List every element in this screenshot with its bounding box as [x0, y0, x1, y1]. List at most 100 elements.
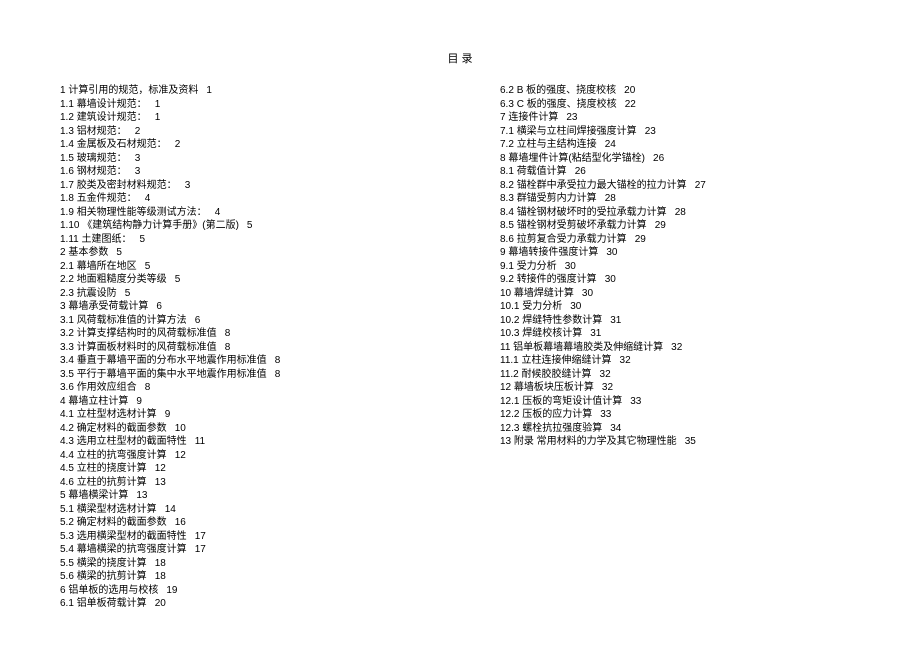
section-page: 28: [675, 207, 686, 218]
section-number: 5.2: [60, 517, 74, 528]
toc-item: 7.1 横梁与立柱间焊接强度计算23: [500, 125, 860, 139]
section-title: 幕墙所在地区: [77, 261, 137, 272]
section-page: 17: [195, 544, 206, 555]
section-title: 横梁的抗剪计算: [77, 571, 147, 582]
section-number: 11: [500, 342, 510, 353]
section-page: 1: [155, 99, 161, 110]
section-title: 幕墙埋件计算(粘结型化学锚栓): [508, 153, 645, 164]
toc-item: 1.4 金属板及石材规范：2: [60, 138, 420, 152]
section-page: 8: [275, 369, 281, 380]
section-title: 幕墙横梁计算: [68, 490, 128, 501]
toc-item: 11.2 耐候胶胶缝计算32: [500, 368, 860, 382]
toc-columns: 1 计算引用的规范，标准及资料11.1 幕墙设计规范：11.2 建筑设计规范：1…: [60, 84, 860, 611]
section-title: 垂直于幕墙平面的分布水平地震作用标准值: [77, 355, 267, 366]
toc-item: 6 铝单板的选用与校核19: [60, 584, 420, 598]
section-number: 4: [60, 396, 66, 407]
section-title: B 板的强度、挠度校核: [517, 85, 616, 96]
section-page: 32: [600, 369, 611, 380]
section-number: 8.1: [500, 166, 514, 177]
section-number: 4.5: [60, 463, 74, 474]
section-title: 受力分析: [517, 261, 557, 272]
section-page: 4: [145, 193, 151, 204]
section-title: 地面粗糙度分类等级: [77, 274, 167, 285]
section-number: 1.5: [60, 153, 74, 164]
toc-item: 12 幕墙板块压板计算32: [500, 381, 860, 395]
toc-item: 8.1 荷载值计算26: [500, 165, 860, 179]
section-page: 16: [175, 517, 186, 528]
section-number: 5: [60, 490, 66, 501]
section-title: 《建筑结构静力计算手册》(第二版): [82, 220, 239, 231]
section-number: 8.3: [500, 193, 514, 204]
section-title: 胶类及密封材料规范：: [77, 180, 177, 191]
section-page: 8: [225, 328, 231, 339]
section-number: 3.6: [60, 382, 74, 393]
section-title: 幕墙设计规范：: [77, 99, 147, 110]
toc-item: 5.4 幕墙横梁的抗弯强度计算17: [60, 543, 420, 557]
toc-item: 8.4 锚栓钢材破坏时的受拉承载力计算28: [500, 206, 860, 220]
toc-item: 11.1 立柱连接伸缩缝计算32: [500, 354, 860, 368]
toc-item: 1.2 建筑设计规范：1: [60, 111, 420, 125]
toc-item: 2.1 幕墙所在地区5: [60, 260, 420, 274]
toc-item: 11 铝单板幕墙幕墙胶类及伸缩缝计算32: [500, 341, 860, 355]
section-title: 锚栓群中承受拉力最大锚栓的拉力计算: [517, 180, 687, 191]
toc-item: 4.3 选用立柱型材的截面特性11: [60, 435, 420, 449]
toc-item: 5.2 确定材料的截面参数16: [60, 516, 420, 530]
toc-item: 3.3 计算面板材料时的风荷载标准值8: [60, 341, 420, 355]
section-title: 铝材规范：: [77, 126, 127, 137]
section-page: 8: [275, 355, 281, 366]
section-number: 7.1: [500, 126, 514, 137]
section-page: 10: [175, 423, 186, 434]
section-page: 33: [630, 396, 641, 407]
section-number: 4.3: [60, 436, 74, 447]
section-page: 31: [590, 328, 601, 339]
section-title: 拉剪复合受力承载力计算: [517, 234, 627, 245]
section-title: 幕墙焊缝计算: [514, 288, 574, 299]
section-number: 8.2: [500, 180, 514, 191]
section-number: 12.1: [500, 396, 519, 407]
section-page: 13: [136, 490, 147, 501]
section-number: 7.2: [500, 139, 514, 150]
section-page: 32: [602, 382, 613, 393]
toc-item: 4.6 立柱的抗剪计算13: [60, 476, 420, 490]
section-title: 横梁型材选材计算: [77, 504, 157, 515]
section-title: 荷载值计算: [517, 166, 567, 177]
section-title: 幕墙横梁的抗弯强度计算: [77, 544, 187, 555]
toc-item: 12.1 压板的弯矩设计值计算33: [500, 395, 860, 409]
section-number: 1.7: [60, 180, 74, 191]
section-title: 耐候胶胶缝计算: [522, 369, 592, 380]
section-page: 31: [610, 315, 621, 326]
section-page: 12: [155, 463, 166, 474]
toc-item: 8.6 拉剪复合受力承载力计算 29: [500, 233, 860, 247]
section-page: 22: [625, 99, 636, 110]
section-title: 作用效应组合: [77, 382, 137, 393]
section-page: 9: [165, 409, 171, 420]
toc-item: 6.2 B 板的强度、挠度校核20: [500, 84, 860, 98]
section-number: 9.2: [500, 274, 514, 285]
section-page: 30: [582, 288, 593, 299]
section-title: C 板的强度、挠度校核: [517, 99, 617, 110]
section-number: 1.10: [60, 220, 79, 231]
section-number: 4.1: [60, 409, 74, 420]
section-number: 1.3: [60, 126, 74, 137]
section-page: 2: [175, 139, 181, 150]
section-number: 8.6: [500, 234, 514, 245]
section-page: 3: [185, 180, 191, 191]
section-number: 3.5: [60, 369, 74, 380]
toc-left-column: 1 计算引用的规范，标准及资料11.1 幕墙设计规范：11.2 建筑设计规范：1…: [60, 84, 440, 611]
section-title: 平行于幕墙平面的集中水平地震作用标准值: [77, 369, 267, 380]
section-page: 5: [140, 234, 146, 245]
toc-item: 1.1 幕墙设计规范：1: [60, 98, 420, 112]
toc-item: 9.2 转接件的强度计算30: [500, 273, 860, 287]
section-title: 风荷载标准值的计算方法: [77, 315, 187, 326]
section-page: 6: [195, 315, 201, 326]
section-title: 选用横梁型材的截面特性: [77, 531, 187, 542]
section-title: 焊缝特性参数计算: [522, 315, 602, 326]
section-number: 5.5: [60, 558, 74, 569]
section-number: 2.2: [60, 274, 74, 285]
section-page: 27: [695, 180, 706, 191]
section-page: 6: [156, 301, 162, 312]
section-page: 5: [116, 247, 122, 258]
section-page: 3: [135, 153, 141, 164]
section-page: 29: [635, 234, 646, 245]
toc-item: 8.5 锚栓钢材受剪破坏承载力计算29: [500, 219, 860, 233]
